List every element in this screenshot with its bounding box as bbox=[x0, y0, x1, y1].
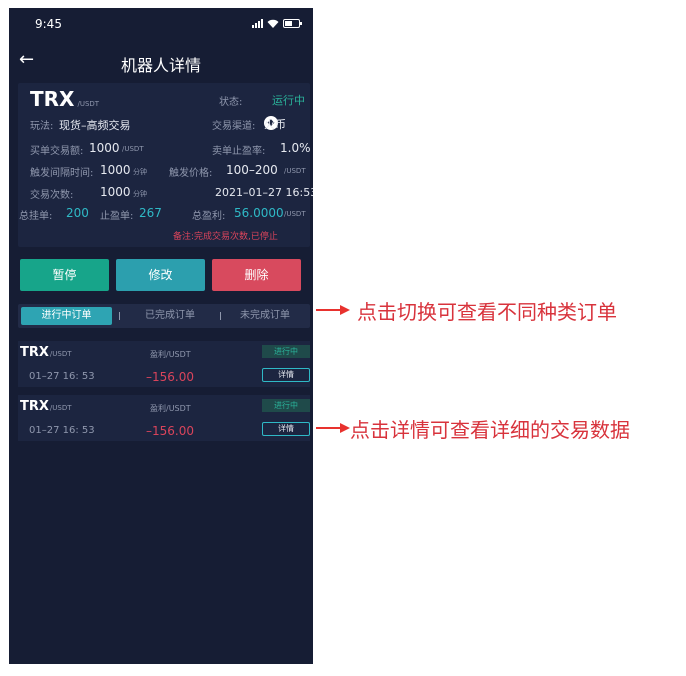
annotation-arrow-icon bbox=[316, 423, 350, 433]
edit-button[interactable]: 修改 bbox=[116, 259, 205, 291]
order-date: 01–27 16: 53 bbox=[29, 371, 95, 382]
trade-count-label: 交易次数: bbox=[30, 190, 74, 201]
interval-value: 1000 bbox=[100, 163, 131, 177]
system-icons bbox=[252, 19, 302, 28]
total-profit-unit: /USDT bbox=[284, 210, 306, 218]
nav-bar: ← 机器人详情 bbox=[9, 40, 313, 82]
tab-incomplete-orders[interactable]: 未完成订单 bbox=[223, 307, 307, 325]
phone-screen: 9:45 ← 机器人详情 TRX/USDT 状态: 运行中 玩法: 现货–高频交… bbox=[9, 8, 313, 664]
order-symbol: TRX/USDT bbox=[20, 399, 72, 414]
pause-button[interactable]: 暂停 bbox=[20, 259, 109, 291]
channel-label: 交易渠道: bbox=[212, 121, 256, 132]
page-title: 机器人详情 bbox=[120, 56, 201, 75]
tab-completed-orders[interactable]: 已完成订单 bbox=[122, 307, 218, 325]
total-profit-label: 总盈利: bbox=[192, 211, 226, 222]
total-profit-value: 56.0000 bbox=[234, 206, 284, 220]
order-row: TRX/USDT 盈利/USDT 进行中 01–27 16: 53 –156.0… bbox=[18, 341, 310, 387]
info-row-mode: 玩法: 现货–高频交易 交易渠道: ◆ 火币 bbox=[30, 116, 286, 132]
take-profit-label: 卖单止盈率: bbox=[212, 146, 266, 157]
total-orders-value: 200 bbox=[66, 206, 89, 220]
interval-label: 触发间隔时间: bbox=[30, 168, 94, 179]
order-profit-value: –156.00 bbox=[146, 370, 194, 384]
tab-in-progress-orders[interactable]: 进行中订单 bbox=[21, 307, 112, 325]
annotation-tabs-note: 点击切换可查看不同种类订单 bbox=[357, 300, 617, 324]
status-time: 9:45 bbox=[35, 17, 62, 31]
order-profit-value: –156.00 bbox=[146, 424, 194, 438]
order-row: TRX/USDT 盈利/USDT 进行中 01–27 16: 53 –156.0… bbox=[18, 395, 310, 441]
robot-info-card: TRX/USDT 状态: 运行中 玩法: 现货–高频交易 交易渠道: ◆ 火币 买… bbox=[18, 83, 313, 247]
order-profit-label: 盈利/USDT bbox=[150, 350, 191, 359]
buy-amount-label: 买单交易额: bbox=[30, 146, 84, 157]
order-profit-label: 盈利/USDT bbox=[150, 404, 191, 413]
annotation-arrow-icon bbox=[316, 305, 350, 315]
mode-label: 玩法: bbox=[30, 121, 54, 132]
trigger-price-label: 触发价格: bbox=[169, 168, 213, 179]
status-bar: 9:45 bbox=[9, 8, 313, 40]
order-detail-button[interactable]: 详情 bbox=[262, 422, 310, 436]
info-row-amount: 买单交易额: 1000 /USDT 卖单止盈率: 1.0% bbox=[18, 141, 311, 160]
trade-count-value: 1000 bbox=[100, 185, 131, 199]
order-detail-button[interactable]: 详情 bbox=[262, 368, 310, 382]
trigger-price-value: 100–200 bbox=[226, 163, 278, 177]
tab-divider bbox=[119, 312, 120, 320]
order-date: 01–27 16: 53 bbox=[29, 425, 95, 436]
status-value: 运行中 bbox=[272, 94, 305, 107]
battery-icon bbox=[283, 19, 302, 28]
tab-divider bbox=[220, 312, 221, 320]
info-row-symbol: TRX/USDT 状态: 运行中 bbox=[18, 87, 310, 113]
wifi-icon bbox=[267, 19, 279, 28]
delete-button[interactable]: 删除 bbox=[212, 259, 301, 291]
info-row-remark: 备注:完成交易次数,已停止 bbox=[18, 229, 310, 247]
mode-value: 现货–高频交易 bbox=[59, 119, 131, 132]
trade-count-unit: 分钟 bbox=[133, 190, 147, 198]
order-tabs: 进行中订单 已完成订单 未完成订单 bbox=[18, 304, 310, 328]
order-status-badge: 进行中 bbox=[262, 399, 310, 412]
take-profit-value: 1.0% bbox=[280, 141, 311, 155]
remark-text: 备注:完成交易次数,已停止 bbox=[173, 232, 278, 242]
tp-orders-label: 止盈单: bbox=[100, 211, 134, 222]
annotation-detail-note: 点击详情可查看详细的交易数据 bbox=[350, 418, 630, 442]
signal-icon bbox=[252, 19, 263, 28]
buy-amount-value: 1000 bbox=[89, 141, 120, 155]
buy-amount-unit: /USDT bbox=[122, 145, 144, 153]
robot-symbol: TRX/USDT bbox=[30, 87, 100, 111]
trigger-price-unit: /USDT bbox=[284, 167, 306, 175]
robot-datetime: 2021–01–27 16:53 bbox=[215, 186, 313, 199]
info-row-count: 交易次数: 1000 分钟 2021–01–27 16:53 bbox=[18, 185, 313, 204]
status-label: 状态: bbox=[219, 97, 243, 108]
info-row-totals: 总挂单: 200 止盈单: 267 总盈利: 56.0000 /USDT bbox=[18, 206, 310, 225]
interval-unit: 分钟 bbox=[133, 168, 147, 176]
total-orders-label: 总挂单: bbox=[19, 211, 53, 222]
order-symbol: TRX/USDT bbox=[20, 345, 72, 360]
order-status-badge: 进行中 bbox=[262, 345, 310, 358]
info-row-interval: 触发间隔时间: 1000 分钟 触发价格: 100–200 /USDT bbox=[18, 163, 310, 182]
tp-orders-value: 267 bbox=[139, 206, 162, 220]
